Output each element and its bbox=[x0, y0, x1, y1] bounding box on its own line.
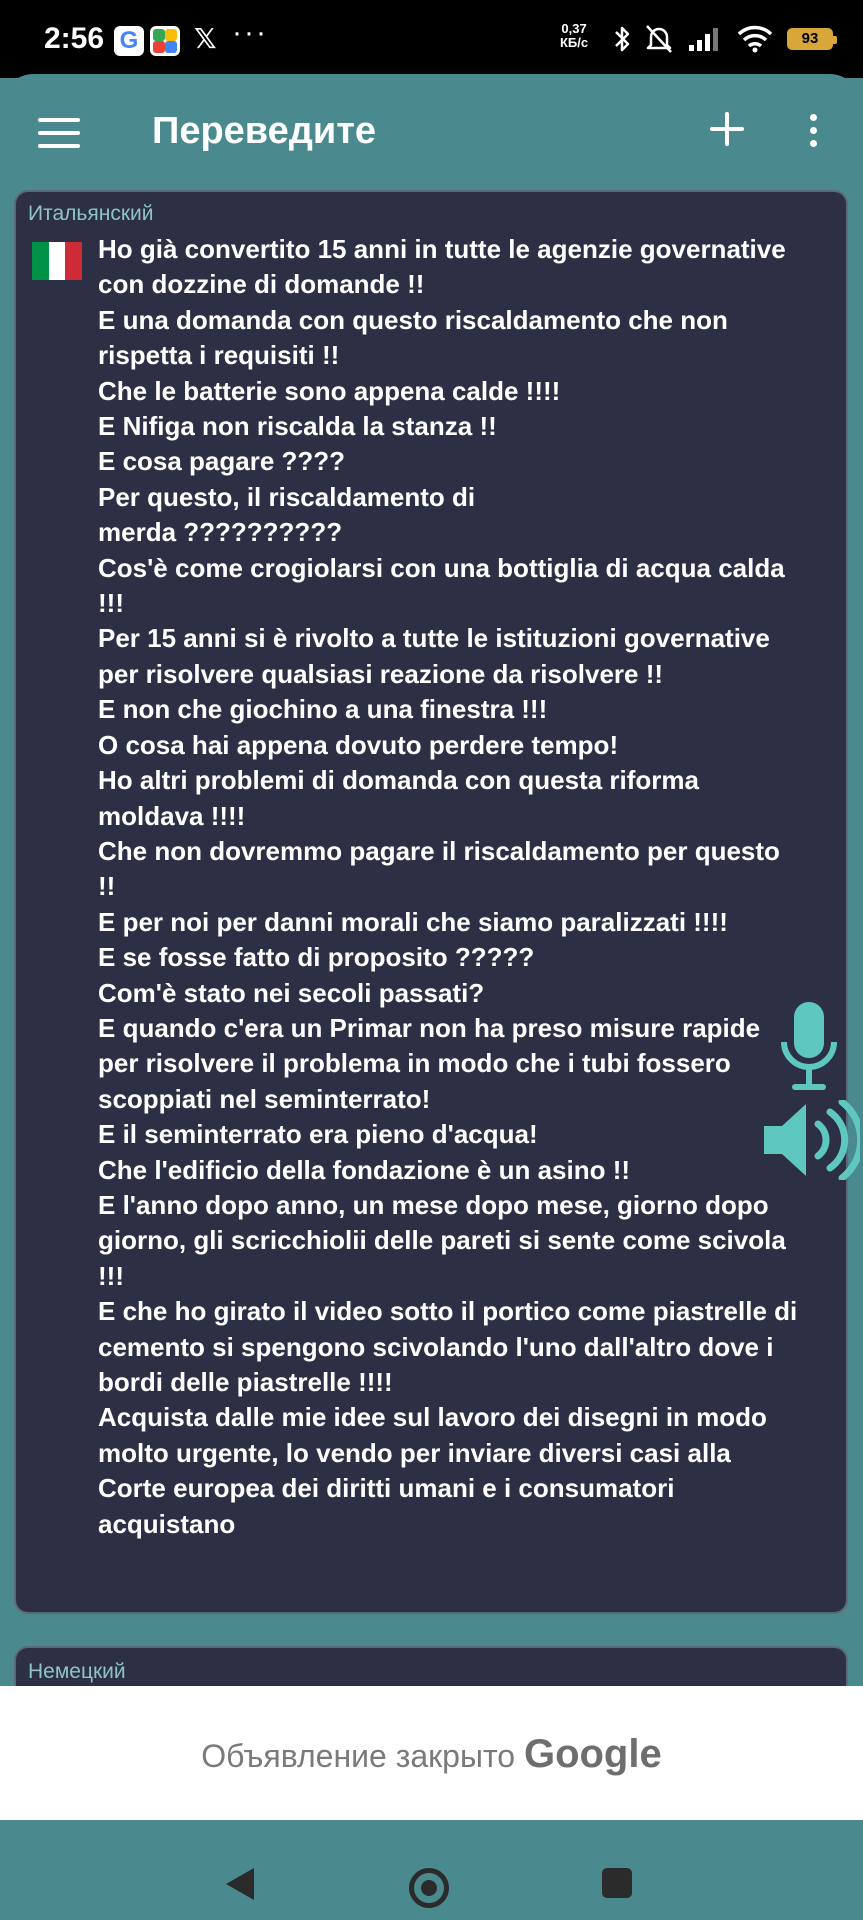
ad-closed-text: Объявление закрыто Google bbox=[0, 1732, 863, 1777]
google-icon: G bbox=[114, 26, 144, 56]
network-speed: 0,37 КБ/с bbox=[560, 22, 588, 50]
italy-flag-icon[interactable] bbox=[32, 242, 83, 280]
app-bar: Переведите bbox=[0, 74, 863, 194]
ad-banner: Объявление закрыто Google bbox=[0, 1686, 863, 1820]
network-speed-unit: КБ/с bbox=[560, 35, 589, 50]
bell-muted-icon bbox=[646, 25, 672, 53]
home-icon[interactable] bbox=[409, 1868, 449, 1908]
network-speed-value: 0,37 bbox=[561, 21, 587, 36]
wifi-icon bbox=[737, 25, 773, 53]
navigation-bar bbox=[0, 1820, 863, 1920]
speaker-icon[interactable] bbox=[762, 1100, 860, 1180]
clock: 2:56 bbox=[44, 22, 105, 55]
microphone-icon[interactable] bbox=[778, 1000, 840, 1096]
back-icon[interactable] bbox=[226, 1868, 254, 1900]
menu-icon[interactable] bbox=[38, 118, 80, 148]
source-text[interactable]: Ho già convertito 15 anni in tutte le ag… bbox=[98, 232, 798, 1542]
google-logo: Google bbox=[523, 1732, 662, 1776]
bluetooth-icon bbox=[615, 26, 630, 52]
source-language-label[interactable]: Итальянский bbox=[28, 202, 153, 226]
x-icon: 𝕏 bbox=[194, 23, 217, 54]
recent-apps-icon[interactable] bbox=[602, 1868, 632, 1898]
source-text-card[interactable]: Итальянский Ho già convertito 15 anni in… bbox=[14, 190, 860, 1614]
ad-closed-label: Объявление закрыто bbox=[201, 1738, 516, 1774]
page-title: Переведите bbox=[152, 110, 377, 152]
status-bar: 2:56 G 𝕏 ··· 0,37 КБ/с 93 bbox=[0, 0, 863, 78]
target-language-label[interactable]: Немецкий bbox=[28, 1660, 126, 1684]
battery-icon: 93 bbox=[787, 28, 837, 50]
app-icon bbox=[150, 26, 180, 56]
more-notifications-icon: ··· bbox=[232, 16, 268, 49]
signal-icon bbox=[689, 28, 718, 51]
add-icon[interactable] bbox=[710, 112, 744, 146]
more-vert-icon[interactable] bbox=[810, 114, 818, 148]
